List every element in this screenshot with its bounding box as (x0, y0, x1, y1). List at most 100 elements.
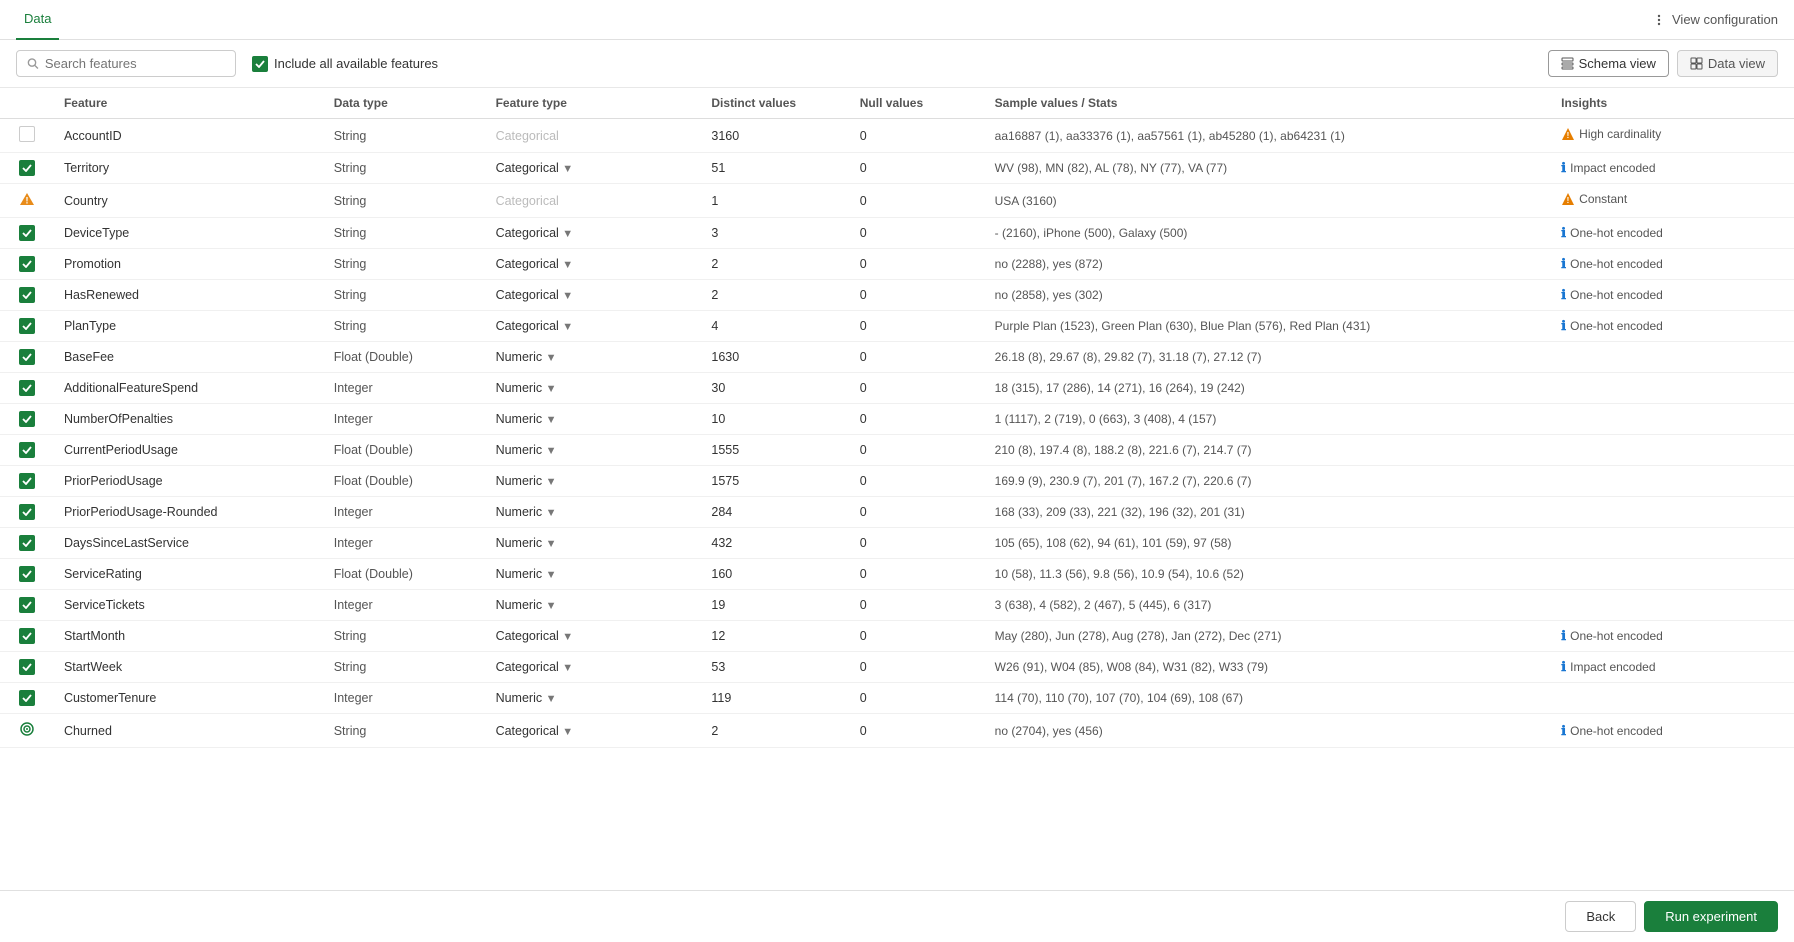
td-featuretype[interactable]: Numeric ▼ (486, 373, 702, 404)
td-null: 0 (850, 342, 985, 373)
td-featuretype[interactable]: Categorical ▼ (486, 652, 702, 683)
row-checkbox-checked[interactable] (19, 566, 35, 582)
th-sample: Sample values / Stats (985, 88, 1552, 119)
row-checkbox-checked[interactable] (19, 473, 35, 489)
row-checkbox-checked[interactable] (19, 659, 35, 675)
table-row: StartMonth String Categorical ▼ 12 0 May… (0, 621, 1794, 652)
row-checkbox-checked[interactable] (19, 535, 35, 551)
td-distinct: 1575 (701, 466, 849, 497)
row-checkbox-checked[interactable] (19, 256, 35, 272)
td-feature: PriorPeriodUsage-Rounded (54, 497, 324, 528)
row-checkbox-checked[interactable] (19, 287, 35, 303)
td-feature: DeviceType (54, 218, 324, 249)
chevron-down-icon: ▼ (562, 631, 573, 643)
td-featuretype[interactable]: Numeric ▼ (486, 559, 702, 590)
td-featuretype[interactable]: Categorical ▼ (486, 153, 702, 184)
td-featuretype[interactable]: Numeric ▼ (486, 435, 702, 466)
insight-badge: ℹ One-hot encoded (1561, 318, 1663, 334)
row-checkbox-checked[interactable] (19, 690, 35, 706)
insight-text: One-hot encoded (1570, 629, 1663, 643)
td-featuretype[interactable]: Categorical ▼ (486, 714, 702, 748)
td-featuretype[interactable]: Numeric ▼ (486, 497, 702, 528)
td-insights (1551, 435, 1794, 466)
table-row: PriorPeriodUsage Float (Double) Numeric … (0, 466, 1794, 497)
table-row: DaysSinceLastService Integer Numeric ▼ 4… (0, 528, 1794, 559)
td-insights (1551, 373, 1794, 404)
info-icon: ℹ (1561, 318, 1566, 334)
search-input[interactable] (45, 56, 225, 71)
td-featuretype[interactable]: Categorical (486, 119, 702, 153)
td-checkbox (0, 528, 54, 559)
td-featuretype[interactable]: Numeric ▼ (486, 683, 702, 714)
td-featuretype[interactable]: Categorical ▼ (486, 621, 702, 652)
td-distinct: 2 (701, 280, 849, 311)
td-null: 0 (850, 218, 985, 249)
td-sample: 105 (65), 108 (62), 94 (61), 101 (59), 9… (985, 528, 1552, 559)
td-featuretype[interactable]: Categorical ▼ (486, 249, 702, 280)
td-null: 0 (850, 435, 985, 466)
insight-text: Constant (1579, 192, 1627, 206)
td-distinct: 53 (701, 652, 849, 683)
tab-data[interactable]: Data (16, 0, 59, 40)
td-distinct: 1555 (701, 435, 849, 466)
td-feature: Churned (54, 714, 324, 748)
row-checkbox-checked[interactable] (19, 349, 35, 365)
chevron-down-icon: ▼ (562, 726, 573, 738)
td-featuretype[interactable]: Numeric ▼ (486, 590, 702, 621)
row-checkbox-checked[interactable] (19, 628, 35, 644)
td-checkbox (0, 404, 54, 435)
table-row: CustomerTenure Integer Numeric ▼ 119 0 1… (0, 683, 1794, 714)
row-checkbox-checked[interactable] (19, 504, 35, 520)
td-checkbox (0, 119, 54, 153)
td-sample: 18 (315), 17 (286), 14 (271), 16 (264), … (985, 373, 1552, 404)
include-all-features[interactable]: Include all available features (252, 56, 438, 72)
td-checkbox (0, 435, 54, 466)
schema-view-button[interactable]: Schema view (1548, 50, 1669, 77)
td-sample: W26 (91), W04 (85), W08 (84), W31 (82), … (985, 652, 1552, 683)
td-datatype: Integer (324, 683, 486, 714)
td-null: 0 (850, 404, 985, 435)
insight-badge: ! Constant (1561, 192, 1627, 206)
run-experiment-button[interactable]: Run experiment (1644, 901, 1778, 932)
row-checkbox-empty[interactable] (19, 126, 35, 142)
row-checkbox-checked[interactable] (19, 160, 35, 176)
back-button[interactable]: Back (1565, 901, 1636, 932)
view-configuration-button[interactable]: View configuration (1652, 12, 1778, 27)
td-insights: ! High cardinality (1551, 119, 1794, 153)
row-checkbox-checked[interactable] (19, 411, 35, 427)
td-featuretype[interactable]: Categorical ▼ (486, 218, 702, 249)
row-checkbox-checked[interactable] (19, 597, 35, 613)
insight-text: Impact encoded (1570, 161, 1655, 175)
td-featuretype[interactable]: Numeric ▼ (486, 404, 702, 435)
table-body: AccountID String Categorical 3160 0 aa16… (0, 119, 1794, 748)
svg-text:!: ! (1567, 196, 1570, 205)
td-checkbox (0, 559, 54, 590)
td-featuretype[interactable]: Numeric ▼ (486, 528, 702, 559)
row-checkbox-checked[interactable] (19, 442, 35, 458)
td-null: 0 (850, 652, 985, 683)
td-datatype: String (324, 119, 486, 153)
td-null: 0 (850, 559, 985, 590)
td-feature: StartWeek (54, 652, 324, 683)
data-view-button[interactable]: Data view (1677, 50, 1778, 77)
config-icon (1652, 13, 1666, 27)
td-checkbox (0, 621, 54, 652)
row-checkbox-checked[interactable] (19, 318, 35, 334)
td-featuretype[interactable]: Categorical (486, 184, 702, 218)
td-featuretype[interactable]: Categorical ▼ (486, 280, 702, 311)
td-featuretype[interactable]: Categorical ▼ (486, 311, 702, 342)
td-featuretype[interactable]: Numeric ▼ (486, 342, 702, 373)
row-checkbox-target[interactable] (19, 721, 35, 737)
td-datatype: String (324, 714, 486, 748)
td-distinct: 4 (701, 311, 849, 342)
td-datatype: String (324, 153, 486, 184)
search-box[interactable] (16, 50, 236, 77)
row-checkbox-checked[interactable] (19, 380, 35, 396)
td-checkbox (0, 714, 54, 748)
td-featuretype[interactable]: Numeric ▼ (486, 466, 702, 497)
td-insights: ℹ One-hot encoded (1551, 621, 1794, 652)
td-checkbox (0, 280, 54, 311)
row-checkbox-checked[interactable] (19, 225, 35, 241)
row-checkbox-warn[interactable]: ! (19, 191, 35, 207)
th-featuretype: Feature type (486, 88, 702, 119)
